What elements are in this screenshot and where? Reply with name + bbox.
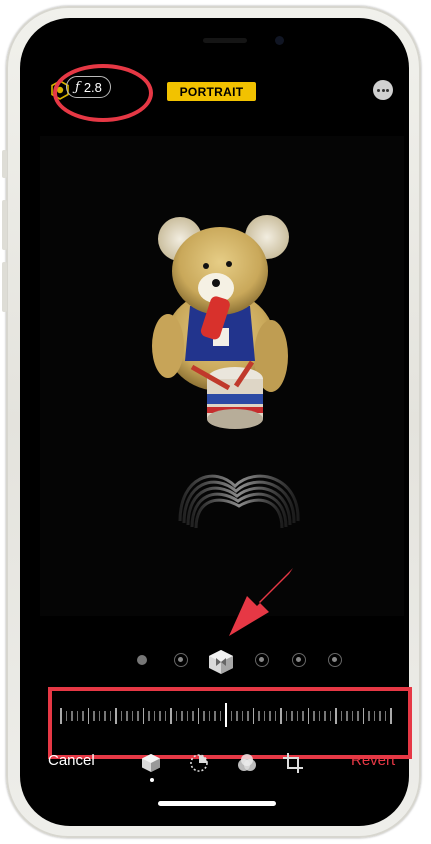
- slider-tick: [379, 711, 381, 721]
- slider-tick: [302, 711, 304, 721]
- slider-tick: [159, 711, 161, 721]
- filters-circles-icon[interactable]: [236, 752, 258, 774]
- silent-switch: [2, 150, 7, 178]
- active-tool-indicator: [150, 778, 154, 782]
- slider-tick: [192, 711, 194, 721]
- notch: [112, 18, 317, 52]
- effect-option-stage[interactable]: [292, 653, 306, 667]
- slider-tick: [120, 711, 122, 721]
- slider-tick: [252, 708, 254, 724]
- high-key-mono-cube-icon[interactable]: [207, 648, 235, 676]
- slider-tick: [236, 711, 238, 721]
- slider-tick: [104, 711, 106, 721]
- slider-tick: [148, 711, 150, 721]
- slider-tick: [131, 711, 133, 721]
- home-indicator[interactable]: [158, 801, 276, 806]
- revert-button[interactable]: Revert: [351, 752, 395, 782]
- effect-option-stage-mono[interactable]: [328, 653, 342, 667]
- slider-tick: [318, 711, 320, 721]
- slider-tick: [186, 711, 188, 721]
- front-camera: [275, 36, 284, 45]
- slider-tick: [82, 711, 84, 721]
- cancel-button[interactable]: Cancel: [48, 752, 95, 782]
- slider-tick: [285, 711, 287, 721]
- slider-tick: [258, 711, 260, 721]
- slider-tick: [87, 708, 89, 724]
- effect-option-contour[interactable]: [255, 653, 269, 667]
- slider-tick: [247, 711, 249, 721]
- slider-tick: [181, 711, 183, 721]
- slider-tick: [280, 708, 282, 724]
- slider-tick: [241, 711, 243, 721]
- teddy-bear-and-slinky-image: [152, 215, 300, 529]
- slider-tick: [115, 708, 117, 724]
- effect-option-studio[interactable]: [174, 653, 188, 667]
- slider-tick: [197, 708, 199, 724]
- slider-tick: [93, 711, 95, 721]
- slider-tick: [351, 711, 353, 721]
- slider-tick: [170, 708, 172, 724]
- intensity-slider[interactable]: [60, 703, 392, 728]
- portrait-photo: [40, 136, 404, 616]
- annotation-arrow-icon: [229, 568, 293, 636]
- slider-tick: [357, 711, 359, 721]
- slider-tick: [214, 711, 216, 721]
- slider-center-tick: [225, 703, 227, 727]
- slider-tick: [109, 711, 111, 721]
- slider-tick: [65, 711, 67, 721]
- slider-tick: [208, 711, 210, 721]
- slider-tick: [76, 711, 78, 721]
- slider-tick: [390, 708, 392, 724]
- effect-option-natural[interactable]: [137, 655, 147, 665]
- slider-tick: [137, 711, 139, 721]
- volume-down-button: [2, 262, 7, 312]
- slider-tick: [263, 711, 265, 721]
- more-options-icon[interactable]: [373, 80, 393, 100]
- slider-tick: [346, 711, 348, 721]
- slider-tick: [296, 711, 298, 721]
- slider-tick: [219, 711, 221, 721]
- slider-tick: [126, 711, 128, 721]
- slider-tick: [373, 711, 375, 721]
- slider-tick: [71, 711, 73, 721]
- slider-tick: [307, 708, 309, 724]
- slider-tick: [324, 711, 326, 721]
- slider-tick: [269, 711, 271, 721]
- slider-tick: [203, 711, 205, 721]
- aperture-highlight-ring: [53, 64, 153, 122]
- speaker-grille: [203, 38, 247, 43]
- slider-tick: [313, 711, 315, 721]
- portrait-mode-badge[interactable]: PORTRAIT: [167, 82, 256, 101]
- slider-tick: [175, 711, 177, 721]
- slider-tick: [368, 711, 370, 721]
- slider-tick: [274, 711, 276, 721]
- slider-tick: [362, 708, 364, 724]
- crop-rotate-icon[interactable]: [282, 752, 304, 774]
- slider-tick: [335, 708, 337, 724]
- cube-portrait-tool-icon[interactable]: [140, 752, 162, 774]
- slider-tick: [60, 708, 62, 724]
- volume-up-button: [2, 200, 7, 250]
- slider-tick: [230, 711, 232, 721]
- adjust-dial-icon[interactable]: [188, 752, 210, 774]
- slider-tick: [142, 708, 144, 724]
- slider-tick: [329, 711, 331, 721]
- slider-tick: [291, 711, 293, 721]
- slider-tick: [98, 711, 100, 721]
- slider-tick: [164, 711, 166, 721]
- slider-tick: [340, 711, 342, 721]
- slider-tick: [384, 711, 386, 721]
- slider-tick: [153, 711, 155, 721]
